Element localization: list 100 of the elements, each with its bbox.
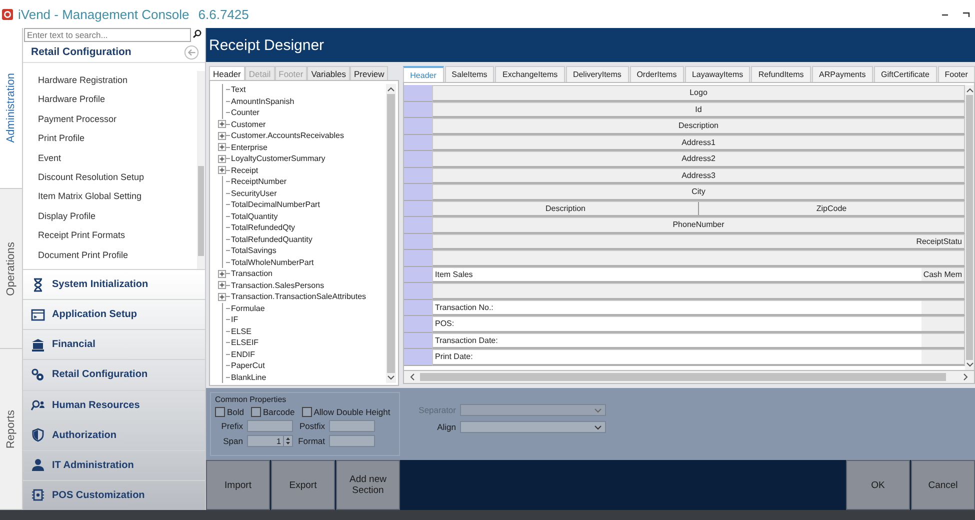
tab[interactable]: Header (209, 66, 245, 80)
row-header[interactable] (404, 85, 432, 102)
scrollbar[interactable] (197, 71, 205, 269)
expand-icon[interactable] (218, 281, 226, 290)
tab[interactable]: OrderItems (630, 66, 684, 82)
scroll-down-icon[interactable] (966, 362, 974, 368)
expand-icon[interactable] (218, 120, 226, 128)
row-header[interactable] (404, 283, 432, 300)
scrollbar[interactable] (403, 371, 975, 384)
tab[interactable]: GiftCertificate (874, 66, 937, 82)
checkbox[interactable] (251, 407, 262, 417)
category-button[interactable]: Authorization (23, 420, 205, 450)
category-button[interactable]: IT Administration (23, 450, 205, 480)
nav-item[interactable]: Hardware Registration (38, 71, 197, 90)
category-button[interactable]: Application Setup (23, 299, 205, 330)
tab[interactable]: SaleItems (444, 66, 494, 82)
category-button[interactable]: Financial (23, 329, 205, 360)
span-spinner[interactable]: 1 (247, 435, 293, 447)
tree-item[interactable]: Transaction (230, 269, 272, 278)
action-button[interactable]: Export (271, 460, 335, 510)
tree-item[interactable]: ELSEIF (230, 338, 259, 348)
expand-icon[interactable] (218, 270, 226, 278)
action-button[interactable]: OK (846, 460, 910, 510)
tree-item[interactable]: IF (230, 315, 238, 324)
row-header[interactable] (404, 316, 432, 332)
row-header[interactable] (404, 200, 432, 217)
tree-item[interactable]: TotalSavings (230, 246, 276, 256)
expand-icon[interactable] (218, 154, 226, 163)
search-field[interactable]: Enter text to search... (24, 28, 191, 42)
nav-item[interactable]: Discount Resolution Setup (38, 168, 197, 188)
tree-item[interactable]: SecurityUser (230, 188, 277, 198)
tree-item[interactable]: Transaction.SalesPersons (230, 280, 324, 290)
separator-dropdown[interactable] (460, 404, 606, 416)
tree-item[interactable]: TotalWholeNumberPart (230, 258, 314, 267)
checkbox[interactable] (215, 407, 225, 417)
expand-icon[interactable] (218, 292, 226, 301)
action-button[interactable]: Add new Section (336, 460, 400, 510)
scrollbar[interactable] (386, 84, 396, 383)
scroll-left-icon[interactable] (409, 373, 415, 381)
scroll-down-icon[interactable] (387, 375, 395, 381)
prefix-field[interactable] (247, 420, 293, 432)
tab[interactable]: Variables (307, 66, 350, 80)
category-button[interactable]: Human Resources (23, 390, 205, 420)
tree-item[interactable]: Formulae (230, 304, 265, 313)
tree-item[interactable]: TotalQuantity (230, 212, 278, 221)
search-icon[interactable] (192, 29, 202, 39)
checkbox[interactable] (302, 407, 312, 417)
nav-item[interactable]: Payment Processor (38, 110, 197, 130)
nav-item[interactable]: Event (38, 148, 197, 168)
tree-item[interactable]: Customer (230, 120, 266, 129)
scroll-right-icon[interactable] (963, 373, 969, 381)
tab[interactable]: ExchangeItems (495, 66, 565, 82)
row-header[interactable] (404, 151, 432, 168)
format-field[interactable] (329, 435, 375, 447)
tree-item[interactable]: TotalDecimalNumberPart (230, 200, 320, 210)
row-header[interactable] (404, 349, 432, 366)
category-button[interactable]: System Initialization (23, 269, 205, 300)
expand-icon[interactable] (218, 143, 226, 152)
action-button[interactable]: Cancel (911, 460, 975, 510)
nav-item[interactable]: Display Profile (38, 206, 197, 226)
tree-item[interactable]: BlankLine (230, 372, 266, 382)
nav-item[interactable]: Print Profile (38, 129, 197, 149)
tree-item[interactable]: LoyaltyCustomerSummary (230, 154, 326, 164)
nav-item[interactable]: Hardware Profile (38, 90, 197, 110)
tree-item[interactable]: Transaction.TransactionSaleAttributes (230, 292, 366, 302)
scroll-up-icon[interactable] (966, 87, 974, 93)
expand-icon[interactable] (218, 132, 226, 140)
tab[interactable]: RefundItems (751, 66, 811, 82)
tab[interactable]: LayawayItems (684, 66, 750, 82)
tree-item[interactable]: Receipt (230, 166, 258, 175)
nav-item[interactable]: Document Print Profile (38, 246, 197, 265)
tree-item[interactable]: ReceiptNumber (230, 177, 287, 186)
tab[interactable]: Footer (938, 66, 975, 82)
back-icon[interactable] (184, 44, 199, 60)
tree-item[interactable]: TotalRefundedQty (230, 223, 296, 232)
tree-item[interactable]: TotalRefundedQuantity (230, 234, 312, 244)
row-header[interactable] (404, 300, 432, 316)
nav-item[interactable]: Receipt Print Formats (38, 226, 197, 246)
category-button[interactable]: Retail Configuration (23, 359, 205, 390)
row-header[interactable] (404, 102, 432, 118)
side-tab[interactable]: Operations (0, 188, 22, 350)
row-header[interactable] (404, 168, 432, 184)
row-header[interactable] (404, 332, 432, 349)
tree-item[interactable]: AmountInSpanish (230, 96, 294, 106)
expand-icon[interactable] (218, 166, 226, 174)
tree-item[interactable]: Text (230, 85, 246, 94)
tree-item[interactable]: Counter (230, 108, 260, 118)
tab[interactable]: Header (403, 66, 444, 82)
tree-item[interactable]: PaperCut (230, 361, 265, 370)
tab[interactable]: Preview (350, 66, 388, 80)
tree-item[interactable]: Customer.AccountsReceivables (230, 131, 344, 140)
align-dropdown[interactable] (460, 421, 606, 433)
row-header[interactable] (404, 266, 432, 283)
row-header[interactable] (404, 118, 432, 134)
action-button[interactable]: Import (206, 460, 270, 510)
nav-item[interactable]: Item Matrix Global Setting (38, 187, 197, 207)
tab[interactable]: ARPayments (812, 66, 873, 82)
scrollbar[interactable] (965, 85, 974, 370)
tree-item[interactable]: ENDIF (230, 350, 255, 359)
tab[interactable]: DeliveryItems (566, 66, 629, 82)
